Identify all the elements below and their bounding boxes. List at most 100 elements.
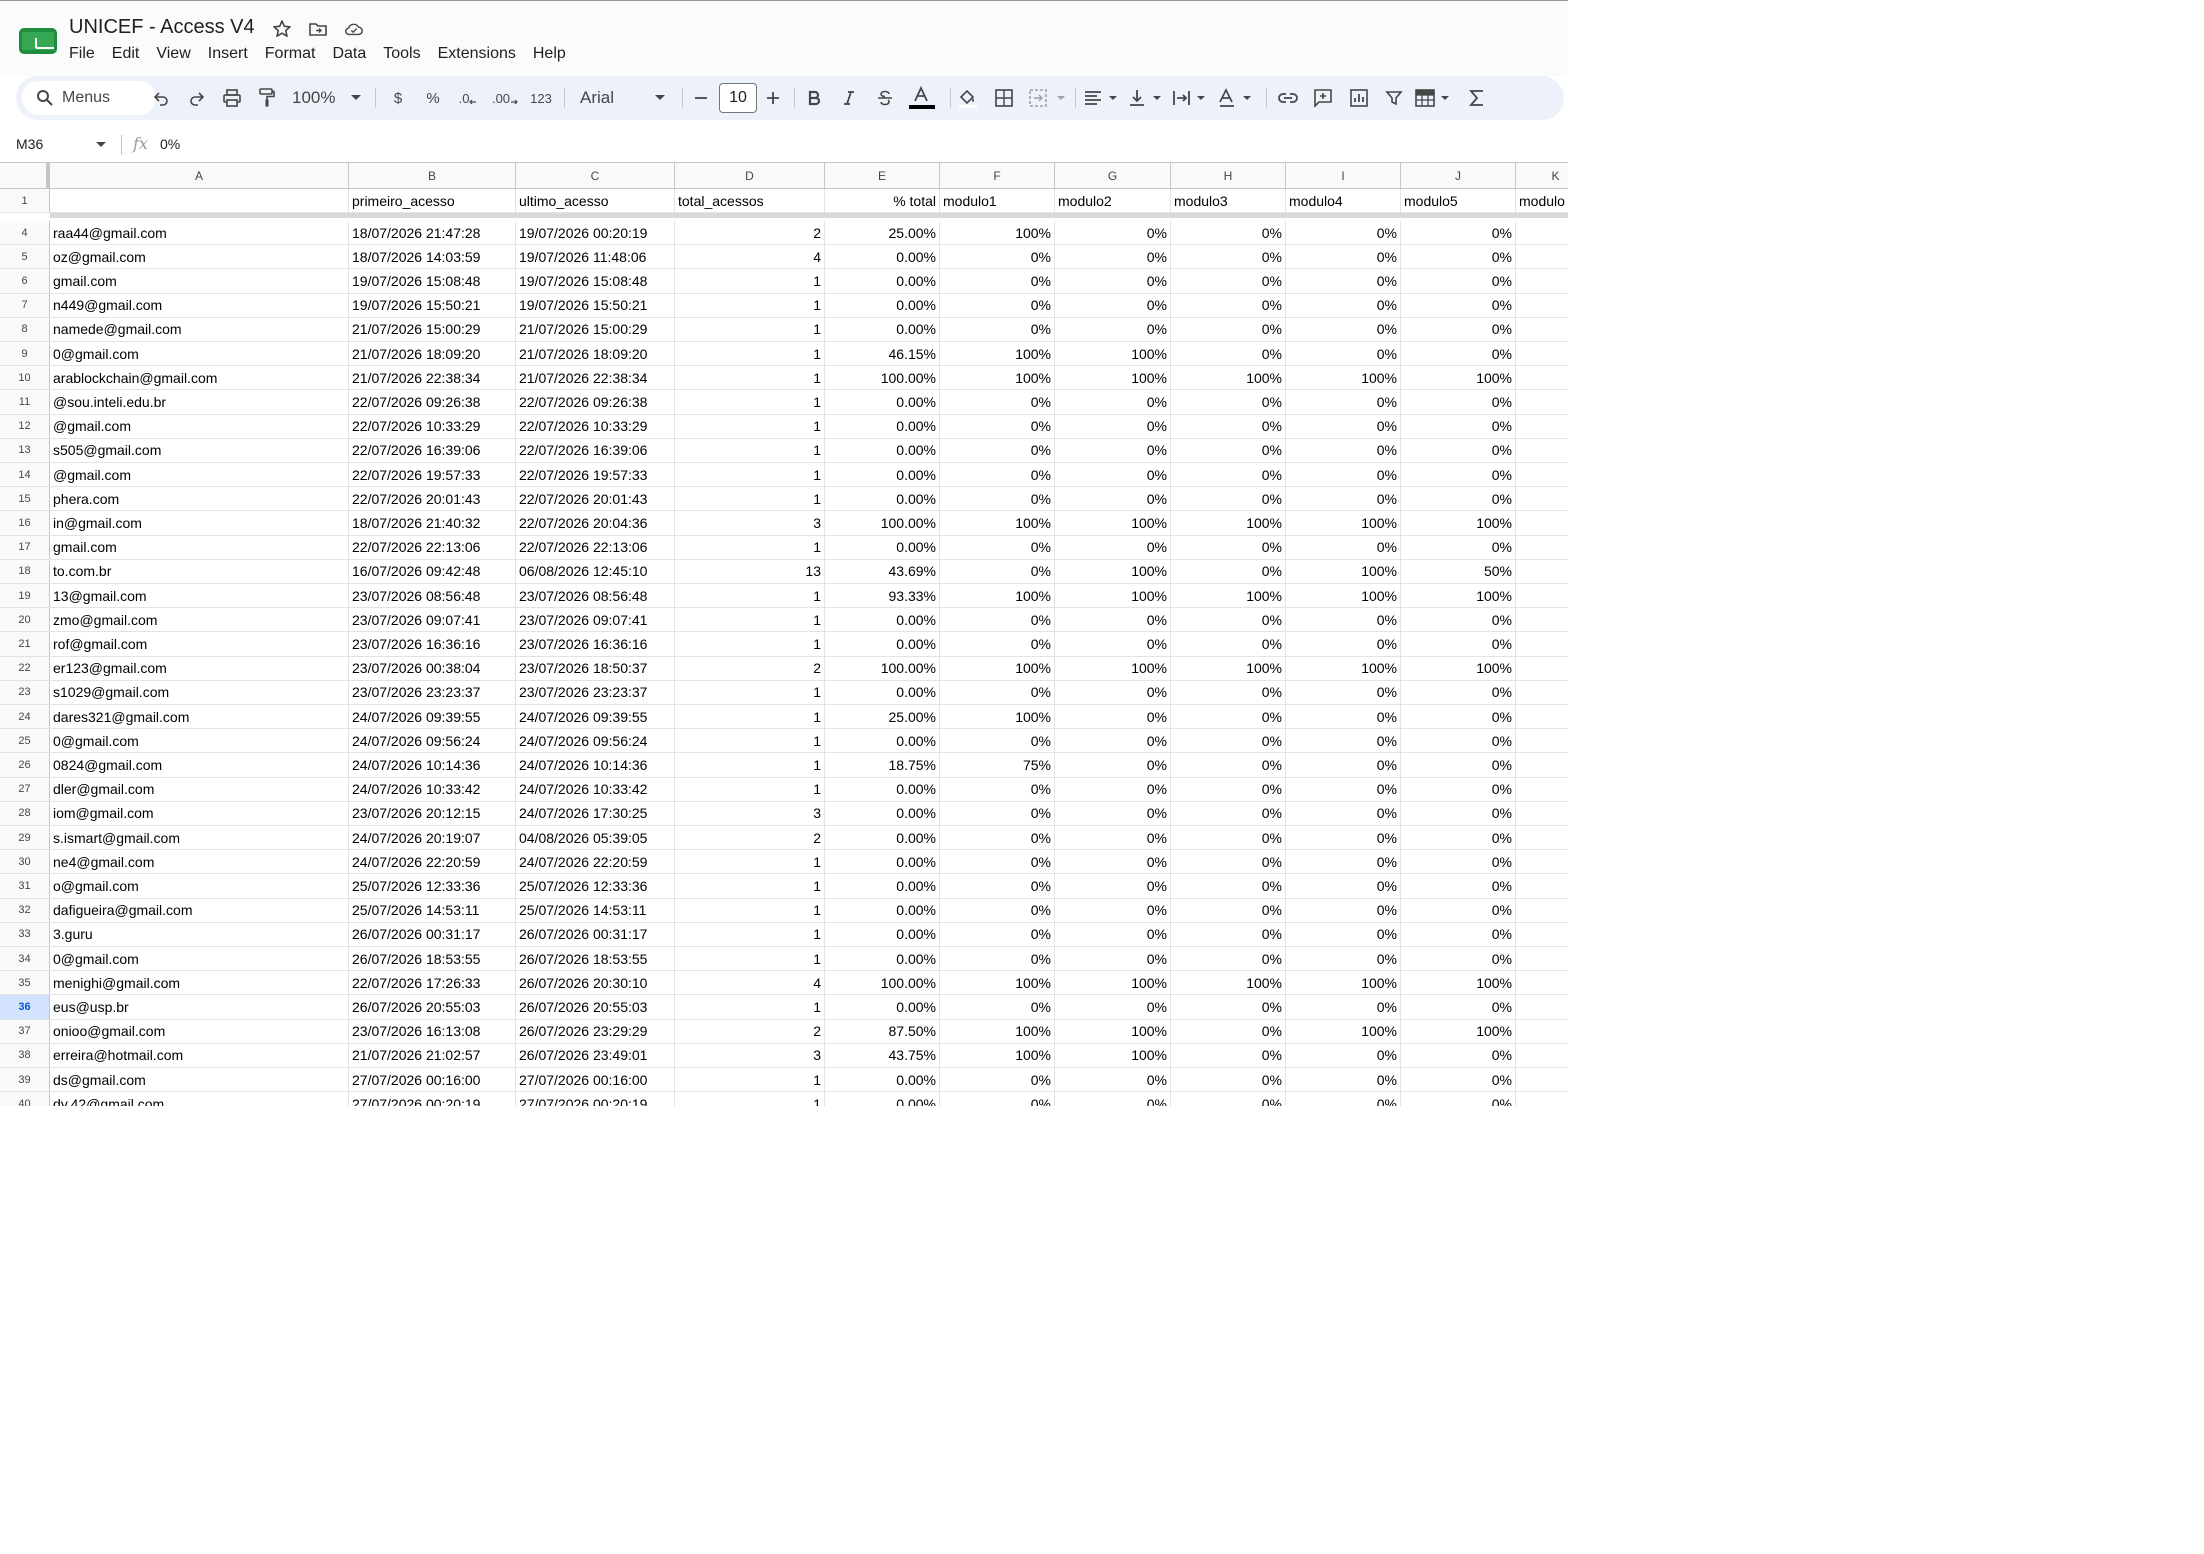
row-header[interactable]: 40: [0, 1092, 50, 1106]
cell-g29[interactable]: 0%: [1055, 826, 1171, 850]
cell-b34[interactable]: 26/07/2026 18:53:55: [349, 947, 516, 971]
zoom-chevron-down-icon[interactable]: [347, 76, 365, 120]
cell-c40[interactable]: 27/07/2026 00:20:19: [516, 1092, 675, 1106]
cell-j35[interactable]: 100%: [1401, 971, 1516, 995]
menu-extensions[interactable]: Extensions: [438, 45, 524, 63]
cell-c23[interactable]: 23/07/2026 23:23:37: [516, 680, 675, 704]
cell-i20[interactable]: 0%: [1286, 608, 1401, 632]
cell-e9[interactable]: 46.15%: [825, 342, 940, 366]
spreadsheet-grid[interactable]: ABCDEFGHIJK 1 primeiro_acesso ultimo_acess…: [0, 163, 1568, 1106]
cell-c7[interactable]: 19/07/2026 15:50:21: [516, 293, 675, 317]
cell-c6[interactable]: 19/07/2026 15:08:48: [516, 269, 675, 293]
cell-d4[interactable]: 2: [675, 221, 825, 245]
cell-b11[interactable]: 22/07/2026 09:26:38: [349, 390, 516, 414]
column-header-g[interactable]: G: [1055, 163, 1171, 189]
cell-g9[interactable]: 100%: [1055, 342, 1171, 366]
cell-c25[interactable]: 24/07/2026 09:56:24: [516, 729, 675, 753]
cell-a21[interactable]: rof@gmail.com: [50, 632, 349, 656]
cell-a20[interactable]: zmo@gmail.com: [50, 608, 349, 632]
cell-a22[interactable]: er123@gmail.com: [50, 656, 349, 680]
cell-b27[interactable]: 24/07/2026 10:33:42: [349, 777, 516, 801]
cell-h32[interactable]: 0%: [1171, 898, 1286, 922]
cell-b12[interactable]: 22/07/2026 10:33:29: [349, 414, 516, 438]
cell-d39[interactable]: 1: [675, 1068, 825, 1092]
cell-g36[interactable]: 0%: [1055, 995, 1171, 1019]
frozen-row-divider[interactable]: [50, 213, 1568, 218]
cell-a40[interactable]: dy.42@gmail.com: [50, 1092, 349, 1106]
cell-f4[interactable]: 100%: [940, 221, 1055, 245]
cell-i16[interactable]: 100%: [1286, 511, 1401, 535]
cell-c39[interactable]: 27/07/2026 00:16:00: [516, 1068, 675, 1092]
cell-b1[interactable]: primeiro_acesso: [349, 189, 516, 213]
menu-file[interactable]: File: [69, 45, 103, 63]
cell-a23[interactable]: s1029@gmail.com: [50, 680, 349, 704]
cell-f23[interactable]: 0%: [940, 680, 1055, 704]
cell-d37[interactable]: 2: [675, 1019, 825, 1043]
cell-c31[interactable]: 25/07/2026 12:33:36: [516, 874, 675, 898]
cell-f7[interactable]: 0%: [940, 293, 1055, 317]
column-header-b[interactable]: B: [349, 163, 516, 189]
cell-a31[interactable]: o@gmail.com: [50, 874, 349, 898]
cell-d17[interactable]: 1: [675, 535, 825, 559]
cell-h5[interactable]: 0%: [1171, 245, 1286, 269]
cell-f31[interactable]: 0%: [940, 874, 1055, 898]
cell-g33[interactable]: 0%: [1055, 922, 1171, 946]
cell-e19[interactable]: 93.33%: [825, 584, 940, 608]
document-title[interactable]: UNICEF - Access V4: [69, 16, 255, 39]
font-size-input[interactable]: 10: [719, 83, 757, 113]
cell-h29[interactable]: 0%: [1171, 826, 1286, 850]
cell-f9[interactable]: 100%: [940, 342, 1055, 366]
cell-j31[interactable]: 0%: [1401, 874, 1516, 898]
cell-i8[interactable]: 0%: [1286, 317, 1401, 341]
cell-h21[interactable]: 0%: [1171, 632, 1286, 656]
cell-e37[interactable]: 87.50%: [825, 1019, 940, 1043]
row-header[interactable]: 38: [0, 1043, 50, 1067]
percent-format-button[interactable]: %: [422, 76, 444, 120]
row-header[interactable]: 34: [0, 947, 50, 971]
cell-j27[interactable]: 0%: [1401, 777, 1516, 801]
cell-g23[interactable]: 0%: [1055, 680, 1171, 704]
cell-g22[interactable]: 100%: [1055, 656, 1171, 680]
row-header[interactable]: 33: [0, 922, 50, 946]
column-header-f[interactable]: F: [940, 163, 1055, 189]
cell-b21[interactable]: 23/07/2026 16:36:16: [349, 632, 516, 656]
cell-c13[interactable]: 22/07/2026 16:39:06: [516, 438, 675, 462]
cell-d15[interactable]: 1: [675, 487, 825, 511]
row-header[interactable]: 16: [0, 511, 50, 535]
cell-e39[interactable]: 0.00%: [825, 1068, 940, 1092]
cell-h12[interactable]: 0%: [1171, 414, 1286, 438]
cell-e31[interactable]: 0.00%: [825, 874, 940, 898]
cell-j11[interactable]: 0%: [1401, 390, 1516, 414]
column-header-k[interactable]: K: [1516, 163, 1568, 189]
column-header-c[interactable]: C: [516, 163, 675, 189]
cell-c29[interactable]: 04/08/2026 05:39:05: [516, 826, 675, 850]
cell-g27[interactable]: 0%: [1055, 777, 1171, 801]
cell-b9[interactable]: 21/07/2026 18:09:20: [349, 342, 516, 366]
cell-h6[interactable]: 0%: [1171, 269, 1286, 293]
cell-g6[interactable]: 0%: [1055, 269, 1171, 293]
cell-b16[interactable]: 18/07/2026 21:40:32: [349, 511, 516, 535]
cell-i1[interactable]: modulo4: [1286, 189, 1401, 213]
cell-c34[interactable]: 26/07/2026 18:53:55: [516, 947, 675, 971]
row-header[interactable]: 5: [0, 245, 50, 269]
column-header-j[interactable]: J: [1401, 163, 1516, 189]
cell-d20[interactable]: 1: [675, 608, 825, 632]
row-header[interactable]: 4: [0, 221, 50, 245]
cell-f27[interactable]: 0%: [940, 777, 1055, 801]
cell-h11[interactable]: 0%: [1171, 390, 1286, 414]
cell-e4[interactable]: 25.00%: [825, 221, 940, 245]
cell-a25[interactable]: 0@gmail.com: [50, 729, 349, 753]
cell-f25[interactable]: 0%: [940, 729, 1055, 753]
cell-d26[interactable]: 1: [675, 753, 825, 777]
cell-f1[interactable]: modulo1: [940, 189, 1055, 213]
column-header-a[interactable]: A: [50, 163, 349, 189]
cell-i15[interactable]: 0%: [1286, 487, 1401, 511]
row-header[interactable]: 6: [0, 269, 50, 293]
cell-i30[interactable]: 0%: [1286, 850, 1401, 874]
cell-i6[interactable]: 0%: [1286, 269, 1401, 293]
cell-e6[interactable]: 0.00%: [825, 269, 940, 293]
cell-j37[interactable]: 100%: [1401, 1019, 1516, 1043]
cell-e27[interactable]: 0.00%: [825, 777, 940, 801]
cell-e18[interactable]: 43.69%: [825, 559, 940, 583]
cell-a13[interactable]: s505@gmail.com: [50, 438, 349, 462]
